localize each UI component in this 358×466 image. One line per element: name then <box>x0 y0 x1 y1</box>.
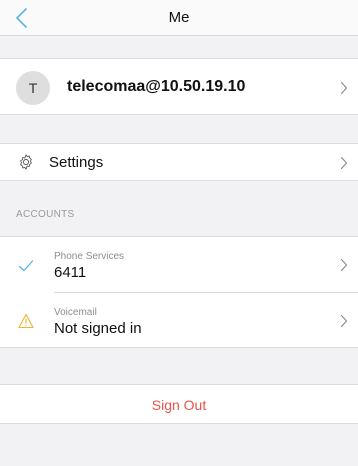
chevron-right-icon <box>340 258 348 272</box>
page-title: Me <box>168 9 190 26</box>
chevron-right-icon <box>340 156 348 170</box>
checkmark-icon <box>18 260 34 272</box>
account-value: 6411 <box>54 264 87 281</box>
profile-row[interactable]: T telecomaa@10.50.19.10 <box>0 58 358 115</box>
chevron-right-icon <box>340 81 348 95</box>
account-row-phone-services[interactable]: Phone Services 6411 <box>0 237 358 293</box>
gear-icon <box>20 154 32 170</box>
profile-name: telecomaa@10.50.19.10 <box>67 78 246 95</box>
sign-out-label: Sign Out <box>151 397 207 413</box>
account-title: Phone Services <box>54 251 125 262</box>
accounts-section-header: ACCOUNTS <box>16 209 75 220</box>
chevron-right-icon <box>340 314 348 328</box>
accounts-group: Phone Services 6411 Voicemail Not signed… <box>0 236 358 348</box>
account-title: Voicemail <box>54 307 97 318</box>
account-value: Not signed in <box>54 320 142 337</box>
warning-icon <box>18 313 34 329</box>
settings-row[interactable]: Settings <box>0 143 358 181</box>
sign-out-button[interactable]: Sign Out <box>0 384 358 424</box>
navigation-bar: Me <box>0 0 358 36</box>
settings-label: Settings <box>49 154 104 171</box>
account-row-voicemail[interactable]: Voicemail Not signed in <box>0 293 358 349</box>
avatar: T <box>16 71 50 105</box>
